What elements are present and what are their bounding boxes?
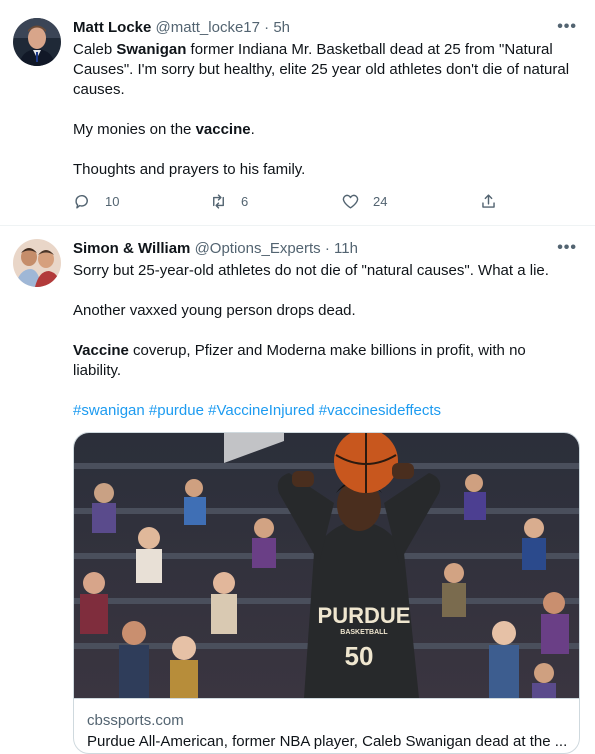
hashtag[interactable]: #VaccineInjured [208,402,314,419]
text-line: coverup, Pfizer and Moderna make billion… [128,342,526,359]
jersey-subtext: BASKETBALL [340,629,388,636]
tweet-header: Simon & William @Options_Experts · 11h [73,239,358,259]
text-line: Sorry but 25-year-old athletes do not di… [73,262,549,279]
tweet[interactable]: Matt Locke @matt_locke17 · 5h ••• Caleb … [0,0,595,226]
text-line: Causes". I'm sorry but healthy, elite 25… [73,61,570,78]
avatar[interactable] [13,239,61,287]
share-button[interactable] [479,192,498,211]
article-image: PURDUE BASKETBALL 50 [74,433,579,698]
highlight-term: vaccine [195,121,251,138]
more-icon[interactable]: ••• [557,239,577,257]
separator: · [324,240,330,257]
text-line: Caleb [73,41,117,58]
hashtag[interactable]: #swanigan [73,402,145,419]
timestamp[interactable]: 5h [273,19,290,36]
timestamp[interactable]: 11h [334,240,358,257]
jersey-text: PURDUE [318,603,411,628]
reply-button[interactable]: 10 [73,192,119,211]
tweet-text: Caleb Swanigan former Indiana Mr. Basket… [73,40,578,180]
hashtag[interactable]: #vaccinesideffects [319,402,441,419]
like-icon [342,194,359,209]
text-line: liability. [73,362,122,379]
text-line: Thoughts and prayers to his family. [73,161,306,178]
retweet-icon [213,194,224,209]
highlight-term: Vaccine [73,342,129,359]
text-line: causes. [73,81,125,98]
separator: · [264,19,270,36]
handle[interactable]: @matt_locke17 [156,19,260,36]
text-line: Another vaxxed young person drops dead. [73,302,356,319]
reply-count: 10 [105,194,120,209]
retweet-count: 6 [241,194,249,209]
hashtag-line: #swanigan #purdue #VaccineInjured #vacci… [73,401,578,421]
like-button[interactable]: 24 [341,192,387,211]
like-count: 24 [373,194,388,209]
card-title[interactable]: Purdue All-American, former NBA player, … [87,732,567,752]
reply-icon [75,194,88,209]
tweet[interactable]: Simon & William @Options_Experts · 11h •… [0,226,595,754]
avatar[interactable] [13,18,61,66]
share-icon [482,194,495,208]
display-name[interactable]: Simon & William [73,240,190,257]
text-line: My monies on the [73,121,196,138]
highlight-term: Swanigan [116,41,187,58]
text-line: former Indiana Mr. Basketball dead at 25… [186,41,553,58]
handle[interactable]: @Options_Experts [195,240,321,257]
tweet-text: Sorry but 25-year-old athletes do not di… [73,261,578,421]
hashtag[interactable]: #purdue [149,402,204,419]
retweet-button[interactable]: 6 [209,192,248,211]
tweet-actions: 10 6 24 [73,192,513,214]
card-domain: cbssports.com [87,712,184,729]
jersey-number: 50 [345,641,374,671]
tweet-header: Matt Locke @matt_locke17 · 5h [73,18,290,38]
more-icon[interactable]: ••• [557,18,577,36]
link-card[interactable]: PURDUE BASKETBALL 50 cbssports.com Purdu… [73,432,580,754]
text-line: . [250,121,255,138]
display-name[interactable]: Matt Locke [73,19,151,36]
